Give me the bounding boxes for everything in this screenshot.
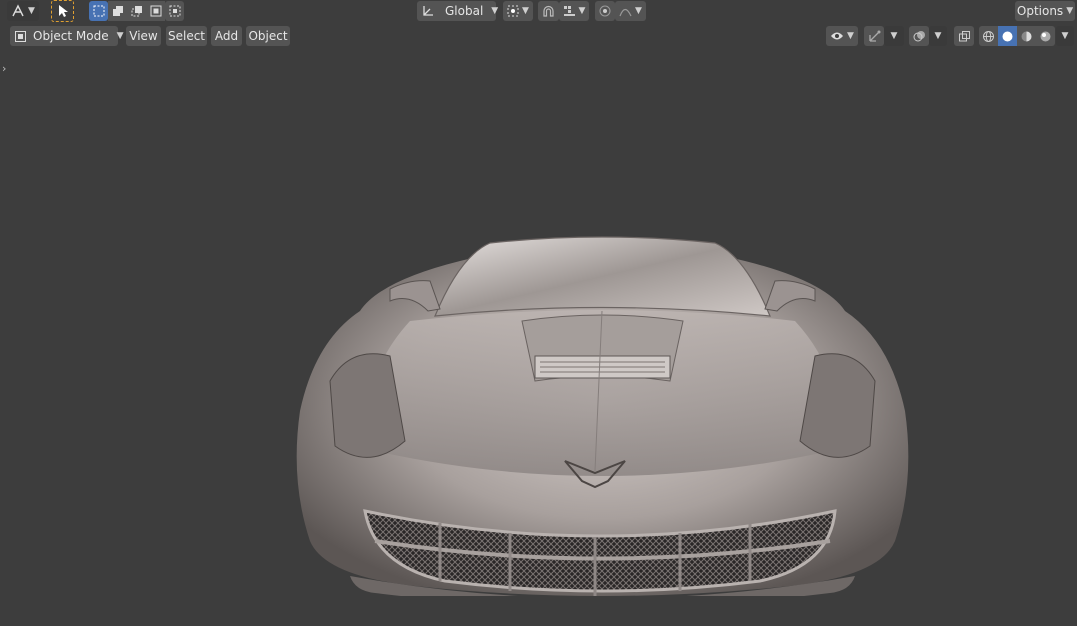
- rendered-shading-icon: [1039, 30, 1052, 43]
- select-extend-icon: [112, 5, 124, 17]
- menu-object-label: Object: [248, 29, 288, 43]
- cursor-select-icon: [57, 4, 69, 18]
- gizmo-toggle[interactable]: [864, 26, 884, 46]
- chevron-down-icon: ▼: [522, 6, 529, 16]
- overlays-dropdown[interactable]: ▼: [929, 26, 947, 46]
- snap-magnet-icon: [542, 5, 555, 18]
- chevron-down-icon: ▼: [1066, 6, 1074, 16]
- chevron-down-icon: ▼: [116, 31, 124, 41]
- chevron-down-icon: ▼: [1061, 31, 1069, 41]
- chevron-down-icon: ▼: [635, 6, 642, 16]
- snap-target-dropdown[interactable]: ▼: [559, 1, 589, 21]
- proportional-edit-toggle[interactable]: [595, 1, 615, 21]
- shading-solid-button[interactable]: [998, 26, 1017, 46]
- tool-settings-bar: ▼ Global ▼ ▼ ▼ ▼ Options ▼: [0, 0, 1077, 22]
- select-mode-new-button[interactable]: [89, 1, 108, 21]
- mode-label: Object Mode: [33, 29, 109, 43]
- gizmo-icon: [868, 30, 881, 43]
- falloff-dropdown[interactable]: ▼: [615, 1, 646, 21]
- menu-view[interactable]: View: [126, 26, 161, 46]
- select-mode-extend-button[interactable]: [108, 1, 127, 21]
- material-preview-icon: [1020, 30, 1033, 43]
- visibility-dropdown[interactable]: ▼: [826, 26, 858, 46]
- pivot-point-dropdown[interactable]: ▼: [503, 1, 533, 21]
- chevron-down-icon: ▼: [847, 31, 854, 41]
- chevron-down-icon: ▼: [491, 6, 499, 16]
- xray-icon: [958, 30, 971, 43]
- transform-orientation-dropdown[interactable]: Global ▼: [417, 1, 499, 21]
- eye-visibility-icon: [830, 30, 844, 42]
- select-mode-subtract-button[interactable]: [127, 1, 146, 21]
- menu-select-label: Select: [167, 29, 206, 43]
- snap-toggle[interactable]: [538, 1, 559, 21]
- chevron-down-icon: ▼: [890, 31, 898, 41]
- menu-select[interactable]: Select: [166, 26, 207, 46]
- menu-add[interactable]: Add: [211, 26, 242, 46]
- overlays-toggle[interactable]: [909, 26, 929, 46]
- chevron-down-icon: ▼: [578, 6, 586, 16]
- menu-view-label: View: [129, 29, 158, 43]
- orientation-label: Global: [445, 4, 484, 18]
- object-mode-icon: [14, 30, 27, 43]
- proportional-edit-icon: [599, 5, 611, 17]
- select-new-icon: [93, 5, 105, 17]
- 3d-viewport[interactable]: ›: [0, 48, 1077, 626]
- select-tool-button[interactable]: [51, 0, 74, 22]
- select-intersect-icon: [169, 5, 181, 17]
- options-label: Options: [1016, 4, 1064, 18]
- editor-type-button[interactable]: ▼: [7, 1, 39, 21]
- menu-add-label: Add: [214, 29, 239, 43]
- overlays-icon: [913, 30, 926, 43]
- select-mode-invert-button[interactable]: [146, 1, 165, 21]
- menu-object[interactable]: Object: [246, 26, 290, 46]
- select-subtract-icon: [131, 5, 143, 17]
- snap-increment-icon: [563, 5, 576, 18]
- wireframe-shading-icon: [982, 30, 995, 43]
- tool-settings-icon: [11, 4, 25, 18]
- viewport-header: Object Mode ▼ View Select Add Object ▼ ▼…: [0, 24, 1077, 48]
- mode-dropdown[interactable]: Object Mode ▼: [10, 26, 124, 46]
- orientation-axes-icon: [421, 4, 435, 18]
- select-invert-icon: [150, 5, 162, 17]
- shading-wireframe-button[interactable]: [979, 26, 998, 46]
- chevron-down-icon: ▼: [934, 31, 942, 41]
- shading-rendered-button[interactable]: [1036, 26, 1055, 46]
- shading-dropdown[interactable]: ▼: [1056, 26, 1074, 46]
- falloff-curve-icon: [619, 5, 632, 17]
- solid-shading-icon: [1001, 30, 1014, 43]
- options-dropdown[interactable]: Options ▼: [1015, 1, 1075, 21]
- pivot-point-icon: [507, 5, 519, 17]
- chevron-down-icon: ▼: [28, 6, 35, 16]
- gizmo-dropdown[interactable]: ▼: [884, 26, 904, 46]
- shading-material-button[interactable]: [1017, 26, 1036, 46]
- car-model-icon[interactable]: [290, 181, 915, 596]
- xray-toggle[interactable]: [954, 26, 974, 46]
- select-mode-intersect-button[interactable]: [165, 1, 184, 21]
- sidebar-expand-icon[interactable]: ›: [2, 62, 6, 75]
